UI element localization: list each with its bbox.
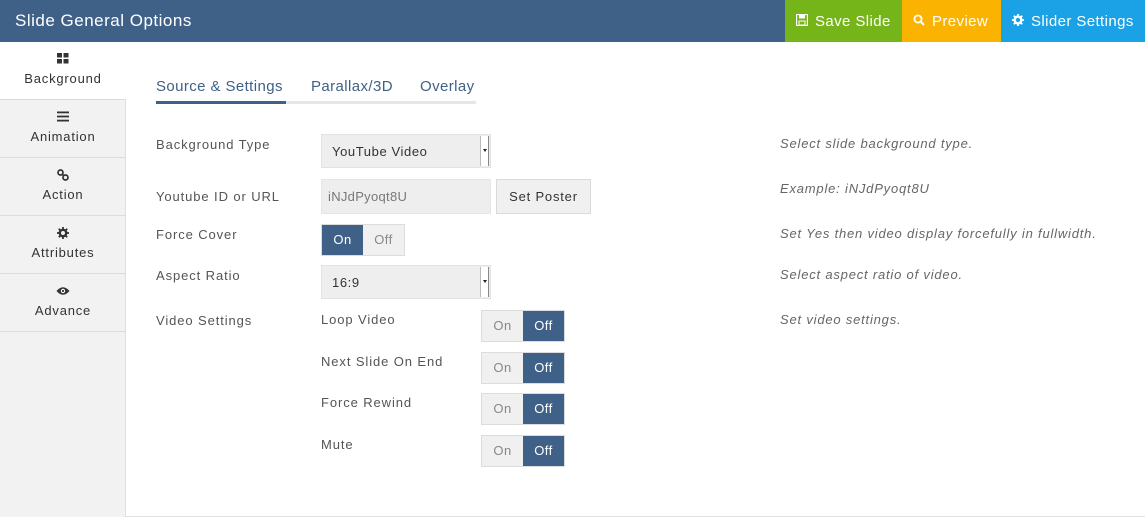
loop-video-label: Loop Video: [321, 312, 396, 327]
sidebar-item-action[interactable]: Action: [0, 158, 126, 216]
sidebar-item-label: Advance: [34, 303, 92, 318]
mute-toggle: On Off: [481, 435, 565, 467]
slider-settings-button[interactable]: Slider Settings: [1001, 0, 1145, 42]
tab-overlay[interactable]: Overlay: [420, 78, 474, 104]
background-type-help: Select slide background type.: [780, 136, 974, 151]
background-type-label: Background Type: [156, 137, 271, 152]
sidebar-item-advance[interactable]: Advance: [0, 274, 126, 332]
background-type-value: YouTube Video: [332, 144, 428, 159]
sidebar-item-background[interactable]: Background: [0, 42, 126, 100]
loop-video-on-option[interactable]: On: [482, 311, 523, 341]
sidebar-item-label: Background: [24, 71, 102, 86]
force-cover-help: Set Yes then video display forcefully in…: [780, 226, 1097, 241]
mute-label: Mute: [321, 437, 354, 452]
sidebar-item-label: Action: [42, 187, 84, 202]
save-slide-label: Save Slide: [815, 12, 891, 30]
youtube-id-label: Youtube ID or URL: [156, 189, 280, 204]
aspect-ratio-value: 16:9: [332, 275, 360, 290]
floppy-icon: [795, 13, 809, 29]
slider-settings-label: Slider Settings: [1031, 12, 1134, 30]
force-cover-off-option[interactable]: Off: [363, 225, 404, 255]
dropdown-arrow-icon: [480, 136, 489, 166]
force-rewind-off-option[interactable]: Off: [523, 394, 564, 424]
background-type-select[interactable]: YouTube Video: [321, 134, 491, 168]
aspect-ratio-select[interactable]: 16:9: [321, 265, 491, 299]
force-cover-label: Force Cover: [156, 227, 238, 242]
tab-source-settings[interactable]: Source & Settings: [156, 78, 283, 104]
video-settings-label: Video Settings: [156, 313, 253, 328]
preview-label: Preview: [932, 12, 989, 30]
eye-icon: [0, 285, 126, 299]
sidebar-item-attributes[interactable]: Attributes: [0, 216, 126, 274]
force-rewind-label: Force Rewind: [321, 395, 412, 410]
force-cover-toggle: On Off: [321, 224, 405, 256]
grid-icon: [0, 53, 126, 67]
youtube-id-input[interactable]: [321, 179, 491, 214]
force-rewind-toggle: On Off: [481, 393, 565, 425]
tab-parallax-3d[interactable]: Parallax/3D: [311, 78, 393, 104]
loop-video-off-option[interactable]: Off: [523, 311, 564, 341]
sidebar: Background Animation Action Attributes A…: [0, 42, 126, 517]
link-icon: [0, 169, 126, 183]
next-slide-on-end-label: Next Slide On End: [321, 354, 444, 369]
gear-icon: [0, 227, 126, 241]
video-settings-help: Set video settings.: [780, 312, 902, 327]
force-cover-on-option[interactable]: On: [322, 225, 363, 255]
next-slide-on-end-off-option[interactable]: Off: [523, 353, 564, 383]
mute-off-option[interactable]: Off: [523, 436, 564, 466]
aspect-ratio-label: Aspect Ratio: [156, 268, 241, 283]
search-icon: [912, 14, 926, 29]
page-title: Slide General Options: [15, 11, 192, 30]
sidebar-item-animation[interactable]: Animation: [0, 100, 126, 158]
preview-button[interactable]: Preview: [902, 0, 1001, 42]
force-rewind-on-option[interactable]: On: [482, 394, 523, 424]
sidebar-item-label: Attributes: [31, 245, 95, 260]
mute-on-option[interactable]: On: [482, 436, 523, 466]
next-slide-on-end-toggle: On Off: [481, 352, 565, 384]
bars-icon: [0, 111, 126, 125]
loop-video-toggle: On Off: [481, 310, 565, 342]
aspect-ratio-help: Select aspect ratio of video.: [780, 267, 963, 282]
set-poster-button[interactable]: Set Poster: [496, 179, 591, 214]
youtube-id-help: Example: iNJdPyoqt8U: [780, 181, 930, 196]
gear-icon: [1011, 13, 1025, 29]
save-slide-button[interactable]: Save Slide: [785, 0, 902, 42]
sidebar-item-label: Animation: [30, 129, 96, 144]
next-slide-on-end-on-option[interactable]: On: [482, 353, 523, 383]
dropdown-arrow-icon: [480, 267, 489, 297]
